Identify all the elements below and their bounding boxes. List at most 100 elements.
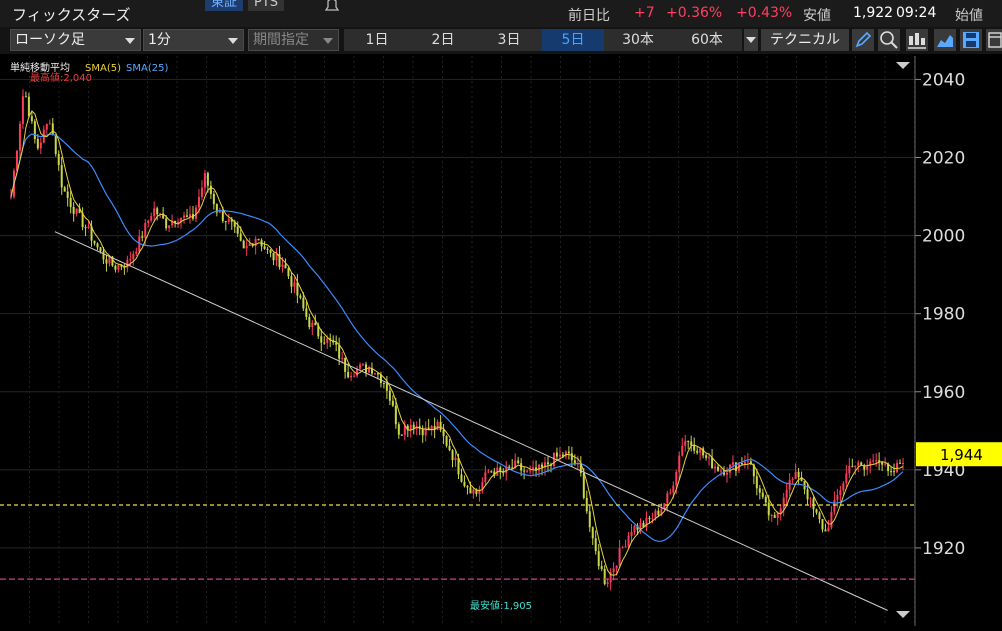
candle-body bbox=[21, 96, 24, 124]
candle-body bbox=[717, 466, 720, 471]
candle-body bbox=[439, 421, 442, 430]
save-button[interactable] bbox=[960, 29, 982, 51]
price-tick-label: 2020 bbox=[922, 149, 965, 169]
zoom-button[interactable] bbox=[878, 29, 900, 51]
area-chart-icon bbox=[937, 35, 953, 47]
candle-body bbox=[117, 265, 120, 270]
period-5d[interactable]: 5日 bbox=[542, 29, 604, 51]
area-chart-button[interactable] bbox=[934, 29, 956, 51]
candle-body bbox=[248, 243, 251, 246]
candle-body bbox=[890, 471, 893, 473]
candle-body bbox=[797, 471, 800, 478]
candle-body bbox=[362, 364, 365, 366]
candle-body bbox=[275, 253, 278, 261]
candle-body bbox=[388, 390, 391, 401]
candle-body bbox=[547, 462, 549, 465]
change-label: 前日比 bbox=[568, 8, 610, 24]
candle-body bbox=[851, 466, 854, 468]
candle-body bbox=[484, 472, 487, 482]
period-60bars[interactable]: 60本 bbox=[672, 29, 742, 51]
candle-body bbox=[165, 218, 168, 229]
low-label: 最安値:1,905 bbox=[470, 599, 532, 612]
period-3d[interactable]: 3日 bbox=[476, 29, 542, 51]
candle-body bbox=[487, 471, 490, 473]
candle-body bbox=[684, 440, 687, 446]
candle-body bbox=[102, 251, 105, 260]
period-more-dropdown[interactable] bbox=[744, 29, 758, 51]
candle-body bbox=[189, 214, 191, 217]
price-tick-label: 2000 bbox=[922, 227, 965, 247]
current-price-value: 1,944 bbox=[940, 446, 983, 464]
candle-body bbox=[221, 211, 224, 221]
candle-body bbox=[663, 503, 666, 509]
candle-body bbox=[63, 187, 66, 192]
candle-body bbox=[359, 364, 362, 369]
candle-body bbox=[186, 215, 189, 217]
candle-body bbox=[541, 464, 544, 468]
candle-body bbox=[466, 486, 469, 488]
candle-body bbox=[18, 123, 21, 151]
candle-body bbox=[594, 538, 597, 552]
candle-body bbox=[633, 525, 636, 533]
candle-body bbox=[866, 465, 869, 470]
candle-body bbox=[424, 427, 427, 436]
candle-body bbox=[657, 510, 660, 516]
draw-tool-button[interactable] bbox=[852, 29, 874, 51]
candle-body bbox=[421, 428, 424, 436]
interval-select[interactable]: 1分 bbox=[143, 29, 244, 51]
candle-body bbox=[135, 251, 138, 254]
candle-body bbox=[153, 208, 156, 217]
candle-body bbox=[627, 536, 630, 547]
price-tick-label: 1980 bbox=[922, 305, 965, 325]
candle-body bbox=[848, 466, 851, 474]
candle-body bbox=[615, 565, 618, 569]
period-2d[interactable]: 2日 bbox=[410, 29, 476, 51]
period-1d[interactable]: 1日 bbox=[344, 29, 410, 51]
candle-body bbox=[212, 193, 215, 205]
candle-body bbox=[567, 451, 570, 454]
window-button[interactable] bbox=[986, 29, 1002, 51]
candle-body bbox=[845, 473, 848, 484]
candle-body bbox=[442, 429, 445, 437]
candle-body bbox=[776, 513, 779, 518]
candle-body bbox=[654, 510, 657, 519]
price-chart[interactable]: 単純移動平均 SMA(5) SMA(25) 最高値:2,040 最安値:1,90… bbox=[0, 56, 1002, 631]
candle-body bbox=[394, 405, 397, 425]
candle-body bbox=[603, 568, 606, 584]
technical-button[interactable]: テクニカル bbox=[761, 29, 849, 51]
candle-body bbox=[818, 512, 821, 520]
candle-body bbox=[206, 173, 209, 186]
candle-body bbox=[681, 445, 684, 456]
candle-body bbox=[517, 460, 520, 464]
candle-body bbox=[284, 264, 287, 269]
candle-body bbox=[242, 240, 245, 249]
market-tab-pts[interactable]: PTS bbox=[248, 0, 285, 11]
candle-body bbox=[669, 492, 672, 494]
candle-body bbox=[472, 489, 475, 494]
candle-body bbox=[899, 462, 902, 464]
candle-body bbox=[731, 462, 734, 465]
candle-style-button[interactable] bbox=[906, 29, 928, 51]
candle-body bbox=[630, 532, 633, 537]
candle-body bbox=[648, 517, 651, 519]
candle-body bbox=[460, 474, 463, 482]
candle-body bbox=[156, 208, 159, 215]
bell-icon[interactable] bbox=[322, 0, 342, 12]
candle-body bbox=[448, 445, 451, 451]
candle-body bbox=[197, 196, 200, 208]
candle-body bbox=[746, 461, 749, 463]
period-30bars[interactable]: 30本 bbox=[604, 29, 672, 51]
chart-type-select[interactable]: ローソク足 bbox=[10, 29, 141, 51]
candle-body bbox=[842, 483, 845, 491]
period-select[interactable]: 期間指定 bbox=[248, 29, 339, 51]
candle-body bbox=[740, 463, 743, 465]
candle-body bbox=[314, 322, 317, 326]
candle-body bbox=[218, 211, 221, 213]
candle-body bbox=[523, 470, 526, 472]
candle-body bbox=[99, 247, 102, 252]
market-tab-tse[interactable]: 東証 bbox=[205, 0, 244, 11]
chevron-down-icon bbox=[228, 38, 238, 44]
candle-body bbox=[183, 215, 186, 218]
candle-body bbox=[720, 470, 723, 472]
candle-body bbox=[705, 455, 708, 458]
